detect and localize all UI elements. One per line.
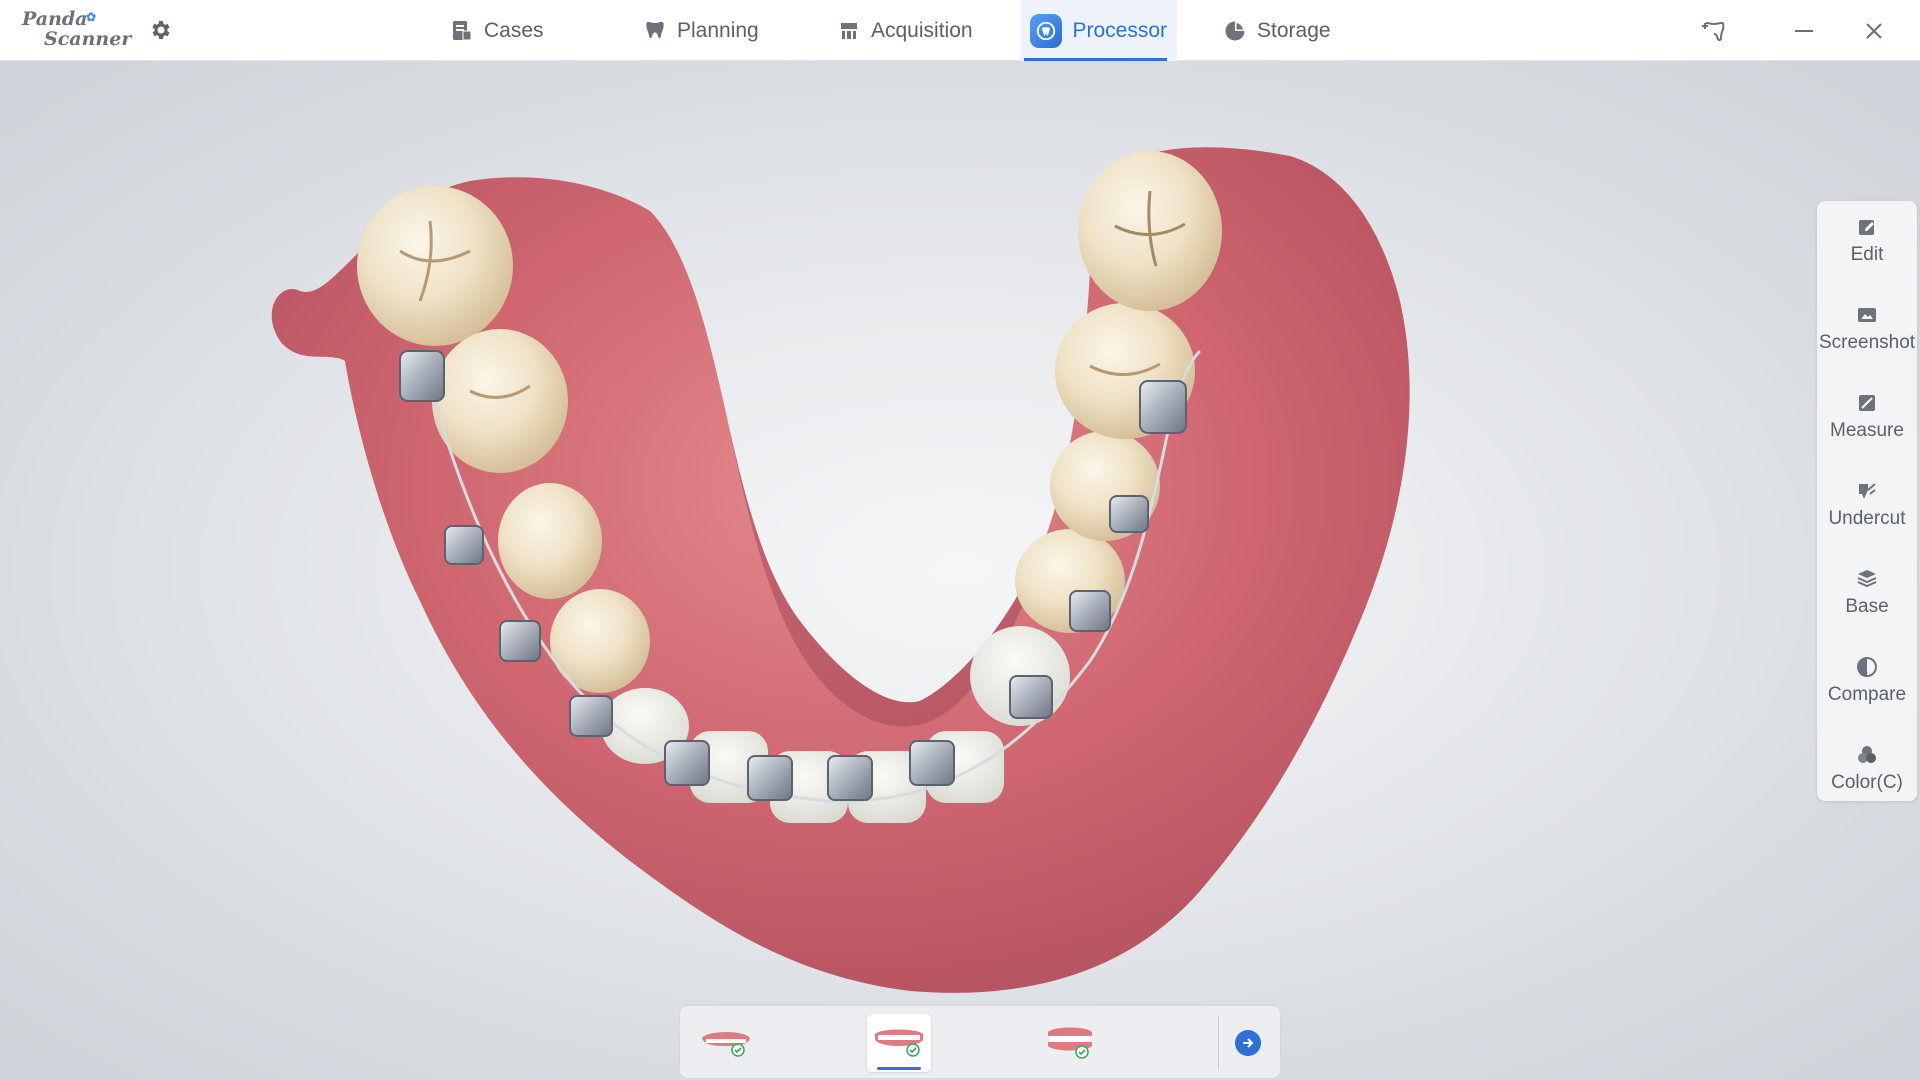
close-icon[interactable]	[1857, 14, 1891, 48]
dental-scan-model[interactable]	[270, 101, 1580, 1051]
tool-label: Compare	[1827, 684, 1907, 705]
lower-jaw-button[interactable]	[867, 1014, 931, 1072]
tab-label: Planning	[677, 18, 759, 42]
tooth	[357, 186, 513, 346]
measure-icon	[1859, 395, 1875, 411]
title-bar: Panda ✿ Scanner Cases Planning Acquisiti…	[0, 0, 1920, 61]
screenshot-button[interactable]: Screenshot	[1817, 289, 1917, 369]
tab-label: Processor	[1072, 18, 1167, 42]
upper-jaw-icon	[702, 1032, 750, 1057]
tab-label: Acquisition	[871, 18, 973, 42]
jaw-selector-bar	[680, 1006, 1280, 1078]
lower-jaw-icon	[875, 1029, 923, 1057]
panda-scanner-logo: Panda ✿ Scanner	[22, 10, 132, 54]
storage-icon	[1225, 21, 1245, 40]
logo-line-1: Panda	[22, 8, 88, 30]
undercut-button[interactable]: Undercut	[1817, 465, 1917, 545]
compare-icon	[1857, 657, 1877, 677]
color-button[interactable]: Color(C)	[1817, 729, 1917, 809]
tool-label: Undercut	[1828, 508, 1906, 529]
tab-acquisition[interactable]: Acquisition	[827, 0, 983, 61]
3d-viewport[interactable]	[0, 61, 1920, 1080]
arrow-right-icon	[1243, 1038, 1254, 1048]
edit-icon	[1859, 220, 1874, 235]
bite-button[interactable]	[1038, 1014, 1102, 1072]
tooth-view-icon[interactable]	[1697, 14, 1731, 48]
edit-button[interactable]: Edit	[1817, 201, 1917, 281]
tab-label: Storage	[1257, 18, 1331, 42]
settings-gear-icon[interactable]	[148, 18, 172, 42]
divider	[1218, 1016, 1219, 1070]
upper-jaw-button[interactable]	[694, 1014, 758, 1072]
paw-icon: ✿	[86, 10, 97, 24]
tab-planning[interactable]: Planning	[633, 0, 769, 61]
planning-icon	[646, 21, 664, 38]
cases-icon	[453, 20, 472, 40]
bite-icon	[1048, 1027, 1092, 1059]
tool-label: Color(C)	[1831, 772, 1903, 793]
tool-panel: Edit Screenshot Measure Undercut Base Co…	[1817, 201, 1917, 801]
tool-label: Screenshot	[1818, 332, 1916, 353]
tool-label: Measure	[1830, 420, 1904, 441]
base-icon	[1857, 570, 1877, 588]
tooth	[498, 483, 602, 599]
compare-button[interactable]: Compare	[1817, 641, 1917, 721]
base-button[interactable]: Base	[1817, 553, 1917, 633]
tool-label: Base	[1845, 596, 1889, 617]
color-icon	[1858, 746, 1876, 763]
processor-icon	[1030, 13, 1063, 48]
undercut-icon	[1859, 483, 1876, 499]
tab-cases[interactable]: Cases	[440, 0, 554, 61]
tool-label: Edit	[1850, 244, 1884, 265]
minimize-icon[interactable]	[1787, 14, 1821, 48]
measure-button[interactable]: Measure	[1817, 377, 1917, 457]
tab-processor[interactable]: Processor	[1020, 0, 1177, 61]
next-arrow-button[interactable]	[1235, 1030, 1261, 1056]
logo-line-2: Scanner	[44, 28, 132, 50]
tooth	[432, 329, 568, 473]
tab-label: Cases	[484, 18, 544, 42]
tab-storage[interactable]: Storage	[1213, 0, 1341, 61]
acquisition-icon	[841, 22, 857, 39]
tooth	[550, 589, 650, 693]
screenshot-icon	[1858, 308, 1876, 322]
